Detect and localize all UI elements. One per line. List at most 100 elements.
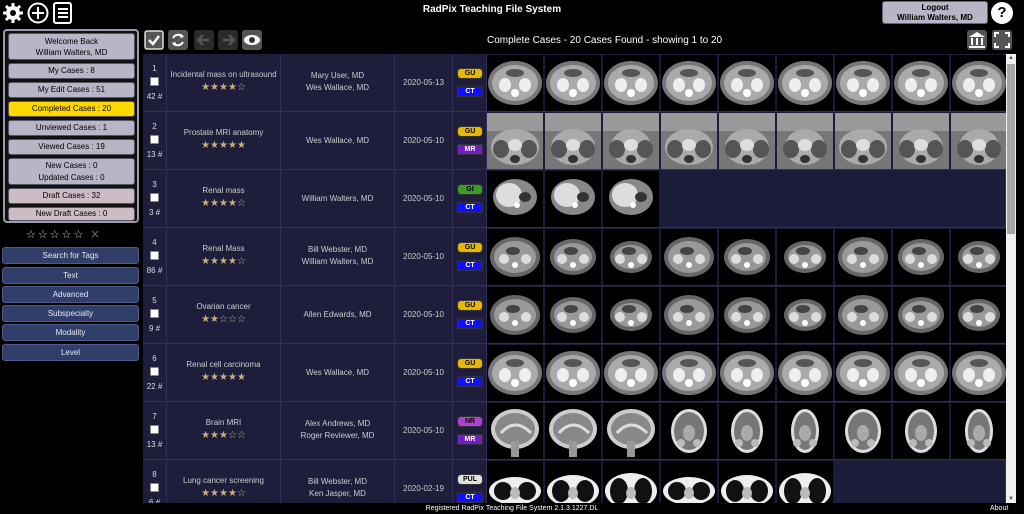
- case-row[interactable]: 3 3 # Renal mass ★★★★☆ William Walters, …: [143, 170, 1006, 228]
- forward-button[interactable]: [217, 29, 239, 51]
- case-row[interactable]: 6 22 # Renal cell carcinoma ★★★★★ Wes Wa…: [143, 344, 1006, 402]
- modality-tag[interactable]: CT: [457, 492, 483, 503]
- case-thumbnail[interactable]: [835, 113, 891, 169]
- case-thumbnail[interactable]: [487, 287, 543, 343]
- case-thumbnail[interactable]: [661, 55, 717, 111]
- case-checkbox[interactable]: [150, 135, 159, 144]
- search-tags-button[interactable]: Search for Tags: [2, 247, 139, 264]
- table-scrollbar[interactable]: ▲ ▼: [1006, 54, 1016, 503]
- case-thumbnail[interactable]: [545, 287, 601, 343]
- case-thumbnail[interactable]: [951, 287, 1006, 343]
- case-thumbnail[interactable]: [893, 345, 949, 401]
- case-thumbnail[interactable]: [487, 229, 543, 285]
- case-thumbnail[interactable]: [487, 55, 543, 111]
- case-checkbox[interactable]: [150, 309, 159, 318]
- rating-filter[interactable]: ☆☆☆☆☆ ✕: [26, 228, 102, 241]
- case-row[interactable]: 1 42 # Incidental mass on ultrasound ★★★…: [143, 54, 1006, 112]
- modality-tag[interactable]: CT: [457, 260, 483, 271]
- case-thumbnail[interactable]: [661, 229, 717, 285]
- about-link[interactable]: About: [990, 505, 1008, 512]
- case-thumbnail[interactable]: [487, 403, 543, 459]
- help-button[interactable]: ?: [991, 2, 1013, 24]
- case-checkbox[interactable]: [150, 77, 159, 86]
- subspecialty-tag[interactable]: PUL: [457, 474, 483, 485]
- case-thumbnail[interactable]: [777, 113, 833, 169]
- view-button[interactable]: [241, 29, 263, 51]
- text-filter-button[interactable]: Text: [2, 267, 139, 284]
- case-thumbnail[interactable]: [777, 461, 833, 503]
- case-thumbnail[interactable]: [545, 55, 601, 111]
- case-thumbnail[interactable]: [835, 229, 891, 285]
- case-thumbnail[interactable]: [545, 403, 601, 459]
- sidebar-item-new-draft-cases[interactable]: New Draft Cases : 0: [8, 207, 135, 221]
- subspecialty-tag[interactable]: NR: [457, 416, 483, 427]
- case-thumbnail[interactable]: [545, 113, 601, 169]
- case-title[interactable]: Incidental mass on ultrasound: [167, 70, 280, 79]
- case-thumbnail[interactable]: [545, 345, 601, 401]
- scroll-thumb[interactable]: [1007, 64, 1015, 234]
- case-thumbnail[interactable]: [951, 345, 1006, 401]
- case-thumbnail[interactable]: [719, 113, 775, 169]
- modality-tag[interactable]: MR: [457, 434, 483, 445]
- case-checkbox[interactable]: [150, 193, 159, 202]
- subspecialty-tag[interactable]: GI: [457, 184, 483, 195]
- case-thumbnail[interactable]: [487, 461, 543, 503]
- case-title-cell[interactable]: Renal mass ★★★★☆: [167, 170, 281, 228]
- case-thumbnail[interactable]: [835, 403, 891, 459]
- case-thumbnail[interactable]: [603, 113, 659, 169]
- case-title[interactable]: Renal cell carcinoma: [167, 360, 280, 369]
- sidebar-item-completed-cases[interactable]: Completed Cases : 20: [8, 101, 135, 117]
- modality-tag[interactable]: MR: [457, 144, 483, 155]
- case-title-cell[interactable]: Lung cancer screening ★★★★☆: [167, 460, 281, 503]
- case-thumbnail[interactable]: [661, 113, 717, 169]
- case-thumbnail[interactable]: [777, 287, 833, 343]
- modality-tag[interactable]: CT: [457, 86, 483, 97]
- case-thumbnail[interactable]: [719, 461, 775, 503]
- case-thumbnail[interactable]: [661, 461, 717, 503]
- subspecialty-tag[interactable]: GU: [457, 126, 483, 137]
- case-title[interactable]: Prostate MRI anatomy: [167, 128, 280, 137]
- case-title-cell[interactable]: Renal cell carcinoma ★★★★★: [167, 344, 281, 402]
- case-thumbnail[interactable]: [603, 403, 659, 459]
- case-row[interactable]: 4 86 # Renal Mass ★★★★☆ Bill Webster, MD…: [143, 228, 1006, 286]
- case-title[interactable]: Lung cancer screening: [167, 476, 280, 485]
- case-thumbnail[interactable]: [603, 287, 659, 343]
- case-thumbnail[interactable]: [777, 345, 833, 401]
- case-title-cell[interactable]: Renal Mass ★★★★☆: [167, 228, 281, 286]
- case-thumbnail[interactable]: [487, 113, 543, 169]
- modality-tag[interactable]: CT: [457, 202, 483, 213]
- case-thumbnail[interactable]: [719, 229, 775, 285]
- case-thumbnail[interactable]: [835, 345, 891, 401]
- case-row[interactable]: 7 13 # Brain MRI ★★★☆☆ Alex Andrews, MD R…: [143, 402, 1006, 460]
- case-thumbnail[interactable]: [603, 171, 659, 227]
- case-thumbnail[interactable]: [545, 229, 601, 285]
- case-row[interactable]: 8 6 # Lung cancer screening ★★★★☆ Bill W…: [143, 460, 1006, 503]
- case-thumbnail[interactable]: [777, 55, 833, 111]
- case-thumbnail[interactable]: [777, 403, 833, 459]
- sidebar-item-my-edit-cases[interactable]: My Edit Cases : 51: [8, 82, 135, 98]
- subspecialty-tag[interactable]: GU: [457, 68, 483, 79]
- fullscreen-button[interactable]: [991, 29, 1013, 51]
- case-row[interactable]: 2 13 # Prostate MRI anatomy ★★★★★ Wes Wa…: [143, 112, 1006, 170]
- case-thumbnail[interactable]: [893, 113, 949, 169]
- case-thumbnail[interactable]: [661, 345, 717, 401]
- case-thumbnail[interactable]: [893, 403, 949, 459]
- case-title-cell[interactable]: Ovarian cancer ★★☆☆☆: [167, 286, 281, 344]
- case-thumbnail[interactable]: [893, 229, 949, 285]
- library-button[interactable]: [966, 29, 988, 51]
- case-checkbox[interactable]: [150, 483, 159, 492]
- case-thumbnail[interactable]: [835, 55, 891, 111]
- clear-rating-icon[interactable]: ✕: [90, 229, 101, 241]
- select-all-button[interactable]: [143, 29, 165, 51]
- subspecialty-tag[interactable]: GU: [457, 242, 483, 253]
- subspecialty-tag[interactable]: GU: [457, 300, 483, 311]
- case-thumbnail[interactable]: [951, 229, 1006, 285]
- case-title[interactable]: Renal mass: [167, 186, 280, 195]
- case-thumbnail[interactable]: [545, 461, 601, 503]
- back-button[interactable]: [193, 29, 215, 51]
- sidebar-item-new-updated-cases[interactable]: New Cases : 0 Updated Cases : 0: [8, 158, 135, 185]
- case-title[interactable]: Renal Mass: [167, 244, 280, 253]
- case-thumbnail[interactable]: [719, 345, 775, 401]
- case-title-cell[interactable]: Prostate MRI anatomy ★★★★★: [167, 112, 281, 170]
- case-title-cell[interactable]: Incidental mass on ultrasound ★★★★☆: [167, 54, 281, 112]
